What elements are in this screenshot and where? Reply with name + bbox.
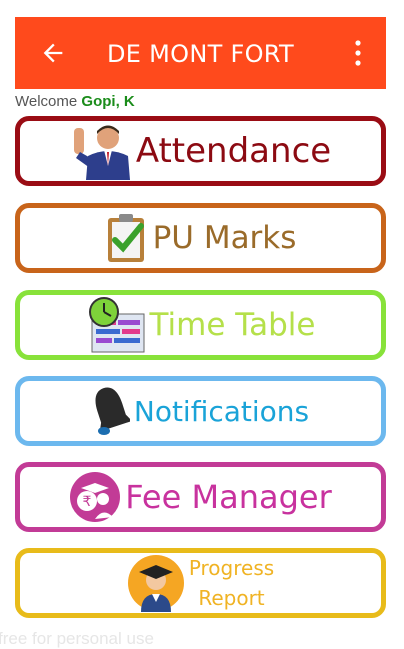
fee-manager-label: Fee Manager <box>125 478 332 516</box>
time-table-label: Time Table <box>149 307 316 343</box>
watermark-footer: free for personal use <box>0 629 154 648</box>
app-bar: DE MONT FORT <box>15 17 386 89</box>
app-title: DE MONT FORT <box>107 40 294 68</box>
svg-text:₹: ₹ <box>83 494 92 510</box>
pu-marks-label: PU Marks <box>152 220 297 256</box>
clock-schedule-icon <box>88 297 145 353</box>
pu-marks-button[interactable]: PU Marks <box>15 203 386 273</box>
graduate-avatar-icon <box>127 555 184 612</box>
attendance-label: Attendance <box>135 131 332 171</box>
rupee-graduate-icon: ₹ <box>70 472 121 522</box>
bell-icon <box>95 387 130 435</box>
progress-report-label-line1: Progress <box>188 556 275 580</box>
welcome-text: Welcome Gopi, K <box>15 93 135 110</box>
attendance-button[interactable]: Attendance <box>15 116 386 186</box>
more-vert-icon[interactable] <box>352 39 364 67</box>
welcome-prefix: Welcome <box>15 93 82 110</box>
welcome-user: Gopi, K <box>81 93 135 110</box>
time-table-button[interactable]: Time Table <box>15 290 386 360</box>
fee-manager-button[interactable]: ₹ Fee Manager <box>15 462 386 532</box>
progress-report-button[interactable]: Progress Report <box>15 548 386 618</box>
notifications-label: Notifications <box>133 394 310 428</box>
progress-report-label: Progress Report <box>189 553 274 613</box>
clipboard-check-icon <box>107 214 144 262</box>
notifications-button[interactable]: Notifications <box>15 376 386 446</box>
progress-report-label-line2: Report <box>198 586 265 610</box>
person-raising-hand-icon <box>73 125 130 180</box>
